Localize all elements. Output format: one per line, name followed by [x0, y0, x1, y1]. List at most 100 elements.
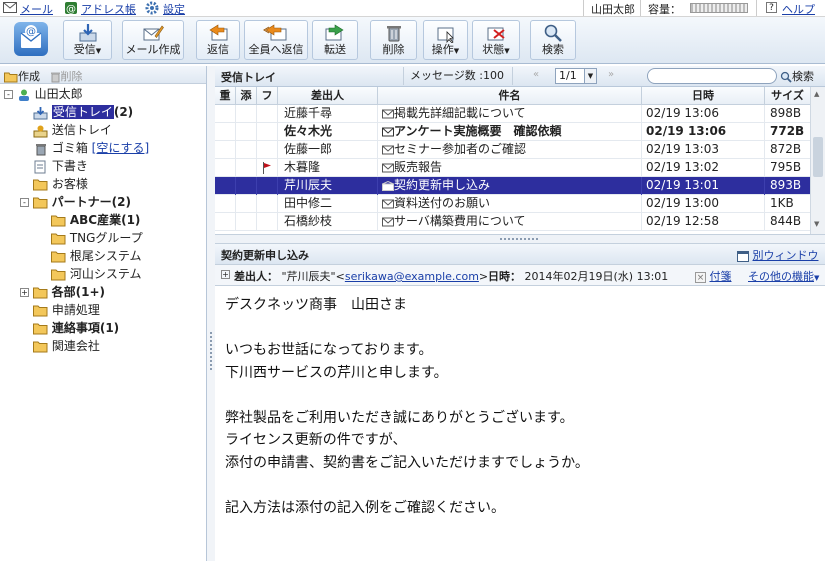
list-title: 受信トレイ [221, 71, 276, 84]
red-flag-icon [263, 162, 271, 174]
folder-tng[interactable]: TNGグループ [51, 229, 143, 247]
column-flag[interactable]: フ [257, 87, 278, 105]
other-functions-link[interactable]: その他の機能 [748, 270, 814, 283]
empty-trash-link[interactable]: [空にする] [92, 141, 149, 155]
folder-icon [32, 287, 48, 299]
list-search-input[interactable] [647, 68, 777, 84]
date-cell: 02/19 13:06 [642, 123, 765, 141]
envelope-icon [382, 109, 394, 118]
scroll-thumb[interactable] [813, 137, 823, 177]
column-date[interactable]: 日時 [642, 87, 765, 105]
preview-splitter[interactable] [215, 234, 825, 244]
folder-customers[interactable]: お客様 [33, 175, 88, 193]
date-value: 2014年02月19日(水) 13:01 [524, 270, 669, 283]
scroll-up-arrow[interactable]: ▲ [814, 90, 819, 98]
unread-count: (2) [113, 105, 134, 119]
table-row[interactable]: 木暮隆 販売報告 02/19 13:02 795B [215, 159, 810, 177]
help-link[interactable]: ヘルプ [782, 1, 815, 17]
folder-notices[interactable]: 連絡事項(1) [33, 319, 119, 337]
delete-label: 削除 [382, 43, 405, 56]
folder-affiliates[interactable]: 関連会社 [33, 337, 100, 355]
folder-abc[interactable]: ABC産業(1) [51, 211, 140, 229]
flag-cell[interactable] [257, 105, 278, 123]
tree-root[interactable]: - 山田太郎 [4, 85, 83, 103]
folder-partner[interactable]: - パートナー(2) [20, 193, 131, 211]
envelope-icon [382, 163, 394, 172]
folder-drafts[interactable]: 下書き [33, 157, 88, 175]
other-functions-button[interactable]: その他の機能▼ [748, 268, 819, 284]
flag-cell[interactable] [257, 195, 278, 213]
folder-label: ABC産業 [69, 213, 122, 227]
collapse-toggle[interactable]: - [4, 90, 13, 99]
sticky-icon: × [695, 271, 706, 283]
column-size[interactable]: サイズ [765, 87, 810, 105]
topbar-divider [756, 0, 757, 16]
search-icon [780, 71, 792, 83]
topbar-divider [583, 0, 584, 16]
receive-button[interactable]: 受信▼ [63, 20, 112, 60]
reply-button[interactable]: 返信 [196, 20, 240, 60]
list-scrollbar[interactable]: ▲ ▼ [810, 87, 825, 234]
folder-trash[interactable]: ゴミ箱 [空にする] [33, 139, 149, 157]
new-window-link[interactable]: 別ウィンドウ [753, 249, 819, 262]
search-button[interactable]: 検索 [530, 20, 576, 60]
body-line: 弊社製品をご利用いただき誠にありがとうございます。 [225, 409, 574, 426]
table-row[interactable]: 近藤千尋 掲載先詳細記載について 02/19 13:06 898B [215, 105, 810, 123]
folder-neo[interactable]: 根尾システム [51, 247, 141, 265]
top-bar: メール @ アドレス帳 設定 山田太郎 容量： ? ヘルプ [0, 0, 825, 17]
status-button[interactable]: 状態▼ [472, 20, 520, 60]
flag-cell[interactable] [257, 123, 278, 141]
flag-cell[interactable] [257, 213, 278, 231]
folder-icon [33, 323, 48, 335]
topbar-divider [640, 0, 641, 16]
table-row[interactable]: 田中修二 資料送付のお願い 02/19 13:00 1KB [215, 195, 810, 213]
address-book-link[interactable]: アドレス帳 [81, 1, 136, 17]
new-window-button[interactable]: 別ウィンドウ [737, 247, 819, 263]
pane-splitter[interactable] [207, 66, 215, 561]
table-row-selected[interactable]: 芹川辰夫 契約更新申し込み 02/19 13:01 893B [215, 177, 810, 195]
next-page-icon[interactable]: » [608, 69, 614, 80]
operation-button[interactable]: 操作▼ [423, 20, 468, 60]
expand-toggle[interactable]: + [20, 288, 29, 297]
column-priority[interactable]: 重 [215, 87, 236, 105]
delete-folder-button[interactable]: 削除 [50, 70, 83, 83]
folder-inbox[interactable]: 受信トレイ(2) [33, 103, 133, 121]
page-select[interactable]: 1/1 ▼ [555, 68, 597, 84]
sticky-button[interactable]: × 付箋 [695, 268, 732, 284]
flag-cell[interactable] [257, 159, 278, 177]
column-subject[interactable]: 件名 [378, 87, 642, 105]
create-folder-button[interactable]: 作成 [4, 70, 40, 83]
column-sender[interactable]: 差出人 [278, 87, 378, 105]
compose-label: メール作成 [125, 43, 181, 56]
from-email-link[interactable]: serikawa@example.com [345, 270, 479, 283]
settings-link[interactable]: 設定 [163, 1, 185, 17]
sticky-link[interactable]: 付箋 [710, 270, 732, 283]
flag-cell[interactable] [257, 141, 278, 159]
column-header: 重 添 フ 差出人 件名 日時 サイズ [215, 87, 810, 105]
prev-page-icon[interactable]: « [533, 69, 539, 80]
scroll-down-arrow[interactable]: ▼ [814, 220, 819, 228]
folder-applications[interactable]: 申請処理 [33, 301, 100, 319]
list-search-button[interactable]: 検索 [780, 68, 814, 84]
table-row[interactable]: 佐々木光 アンケート実施概要 確認依頼 02/19 13:06 772B [215, 123, 810, 141]
date-cell: 02/19 13:06 [642, 105, 765, 123]
table-row[interactable]: 佐藤一郎 セミナー参加者のご確認 02/19 13:03 872B [215, 141, 810, 159]
priority-cell [215, 105, 236, 123]
folder-icon [32, 197, 48, 209]
column-attachment[interactable]: 添 [236, 87, 257, 105]
mail-link[interactable]: メール [20, 1, 53, 17]
expand-header-icon[interactable]: + [221, 270, 230, 279]
folder-kawayama[interactable]: 河山システム [51, 265, 141, 283]
sender-cell: 石橋紗枝 [278, 213, 378, 231]
collapse-toggle[interactable]: - [20, 198, 29, 207]
folder-outbox[interactable]: 送信トレイ [33, 121, 112, 139]
table-row[interactable]: 石橋紗枝 サーバ構築費用について 02/19 12:58 844B [215, 213, 810, 231]
compose-button[interactable]: メール作成 [122, 20, 184, 60]
folder-departments[interactable]: + 各部(1+) [20, 283, 105, 301]
delete-button[interactable]: 削除 [370, 20, 417, 60]
forward-button[interactable]: 転送 [312, 20, 358, 60]
priority-cell [215, 159, 236, 177]
subject-cell: サーバ構築費用について [378, 213, 642, 231]
flag-cell[interactable] [257, 177, 278, 195]
reply-all-button[interactable]: 全員へ返信 [244, 20, 308, 60]
